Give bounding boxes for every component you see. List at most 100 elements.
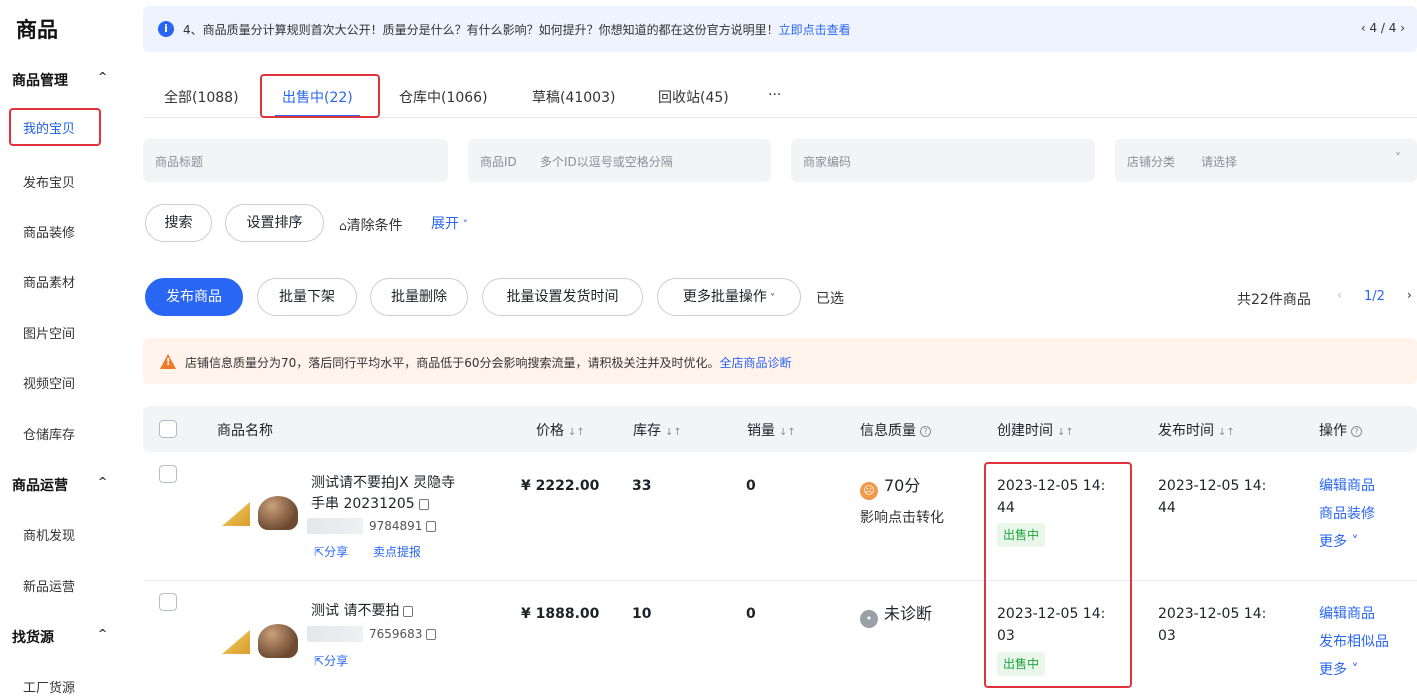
status-tabs: 全部(1088) 出售中(22) 仓库中(1066) 草稿(41003) 回收站… <box>143 74 1417 118</box>
col-ops: 操作? <box>1319 420 1362 440</box>
tab-drafts[interactable]: 草稿(41003) <box>532 87 615 107</box>
sidebar-title: 商品 <box>16 18 58 42</box>
chevron-down-icon: ˅ <box>766 293 776 304</box>
store-diagnosis-link[interactable]: 全店商品诊断 <box>720 356 792 370</box>
sidebar-item-publish[interactable]: 发布宝贝 <box>23 172 75 191</box>
help-icon[interactable]: ? <box>920 425 931 437</box>
share-icon: ⇱ <box>314 545 325 559</box>
copy-icon[interactable] <box>403 605 414 617</box>
share-link[interactable]: ⇱分享 <box>314 652 348 669</box>
product-id: 7659683 <box>369 627 437 641</box>
tab-warehouse[interactable]: 仓库中(1066) <box>399 87 488 107</box>
batch-off-button[interactable]: 批量下架 <box>257 278 357 316</box>
sidebar-group-sourcing[interactable]: 找货源 ^ <box>12 627 112 647</box>
product-thumbnail[interactable] <box>216 490 298 530</box>
sidebar-item-new-products[interactable]: 新品运营 <box>23 576 75 595</box>
more-ops-link[interactable]: 更多 ˅ <box>1319 659 1358 681</box>
more-tabs-icon[interactable]: ··· <box>768 87 781 103</box>
sidebar-group-product-mgmt[interactable]: 商品管理 ^ <box>12 70 112 90</box>
decorate-product-link[interactable]: 商品装修 <box>1319 503 1375 525</box>
sidebar-group-label: 找货源 <box>12 630 54 646</box>
code-filter-input[interactable]: 商家编码 <box>791 139 1095 182</box>
sidebar: 商品 商品管理 ^ 我的宝贝 发布宝贝 商品装修 商品素材 图片空间 视频空间 … <box>0 0 125 696</box>
product-title[interactable]: 测试 请不要拍 <box>311 601 414 622</box>
col-stock[interactable]: 库存 ↓↑ <box>633 420 682 440</box>
more-batch-button[interactable]: 更多批量操作 ˅ <box>657 278 801 316</box>
id-filter-input[interactable]: 商品ID 多个ID以逗号或空格分隔 <box>468 139 771 182</box>
notice-link[interactable]: 立即点击查看 <box>779 23 851 37</box>
more-ops-link[interactable]: 更多 ˅ <box>1319 531 1358 553</box>
quality-score[interactable]: • 未诊断 <box>860 603 932 628</box>
next-page-icon[interactable]: › <box>1407 288 1412 302</box>
col-created[interactable]: 创建时间 ↓↑ <box>997 420 1074 440</box>
product-title[interactable]: 测试请不要拍JX 灵隐寺 手串 20231205 <box>311 473 455 515</box>
edit-product-link[interactable]: 编辑商品 <box>1319 603 1375 625</box>
publish-product-button[interactable]: 发布商品 <box>145 278 243 316</box>
row-checkbox[interactable] <box>159 465 177 483</box>
sidebar-item-my-items[interactable]: 我的宝贝 <box>9 108 101 146</box>
sidebar-group-operations[interactable]: 商品运营 ^ <box>12 475 112 495</box>
copy-icon[interactable] <box>418 498 429 510</box>
select-all-checkbox[interactable] <box>159 420 177 438</box>
col-published[interactable]: 发布时间 ↓↑ <box>1158 420 1235 440</box>
prev-page-icon[interactable]: ‹ <box>1337 288 1342 302</box>
sidebar-item-opportunity[interactable]: 商机发现 <box>23 525 75 544</box>
notice-pager[interactable]: ‹ 4 / 4 › <box>1361 21 1405 35</box>
edit-product-link[interactable]: 编辑商品 <box>1319 475 1375 497</box>
batch-delete-button[interactable]: 批量删除 <box>370 278 468 316</box>
title-filter-input[interactable]: 商品标题 <box>143 139 448 182</box>
sidebar-item-inventory[interactable]: 仓储库存 <box>23 424 75 443</box>
stock: 10 <box>632 606 652 622</box>
expand-button[interactable]: 展开 ˅ <box>431 213 468 233</box>
sort-icon: ↓↑ <box>779 427 796 438</box>
col-quality: 信息质量? <box>860 420 931 440</box>
share-icon: ⇱ <box>314 654 325 668</box>
share-link[interactable]: ⇱分享 <box>314 543 348 560</box>
sort-icon: ↓↑ <box>1218 427 1235 438</box>
price: ¥ 2222.00 <box>521 478 600 494</box>
redacted-id <box>307 518 363 534</box>
highlight-frame <box>984 462 1132 688</box>
stock: 33 <box>632 478 652 494</box>
published-time: 2023-12-05 14: 44 <box>1158 478 1267 516</box>
price: ¥ 1888.00 <box>521 606 600 622</box>
copy-icon[interactable] <box>426 521 437 532</box>
sidebar-item-materials[interactable]: 商品素材 <box>23 272 75 291</box>
product-thumbnail[interactable] <box>216 618 298 658</box>
publish-similar-link[interactable]: 发布相似品 <box>1319 631 1389 653</box>
sidebar-item-videos[interactable]: 视频空间 <box>23 373 75 392</box>
search-button[interactable]: 搜索 <box>145 204 212 242</box>
copy-icon[interactable] <box>426 629 437 640</box>
col-price[interactable]: 价格 ↓↑ <box>536 420 585 440</box>
sad-face-icon: ☹ <box>860 482 878 500</box>
quality-note: 影响点击转化 <box>860 510 944 526</box>
sidebar-item-decorate[interactable]: 商品装修 <box>23 222 75 241</box>
table-header: 商品名称 价格 ↓↑ 库存 ↓↑ 销量 ↓↑ 信息质量? 创建时间 ↓↑ 发布时间 ↓↑ … <box>143 406 1417 452</box>
col-sales[interactable]: 销量 ↓↑ <box>747 420 796 440</box>
set-sort-button[interactable]: 设置排序 <box>225 204 324 242</box>
col-name: 商品名称 <box>217 423 273 439</box>
sidebar-group-label: 商品运营 <box>12 478 68 494</box>
redacted-id <box>307 626 363 642</box>
tab-recycle[interactable]: 回收站(45) <box>658 87 729 107</box>
selected-count: 已选 <box>816 291 844 307</box>
quality-score[interactable]: ☹ 70分 <box>860 475 920 500</box>
row-checkbox[interactable] <box>159 593 177 611</box>
chevron-up-icon: ^ <box>98 475 108 488</box>
clear-conditions-button[interactable]: ⌂清除条件 <box>339 215 403 235</box>
selling-point-link[interactable]: 卖点提报 <box>373 543 421 560</box>
sales: 0 <box>746 606 756 622</box>
chevron-down-icon: ˅ <box>459 218 468 231</box>
category-select[interactable]: 店铺分类 请选择 ˅ <box>1115 139 1417 182</box>
batch-ship-time-button[interactable]: 批量设置发货时间 <box>482 278 643 316</box>
help-icon[interactable]: ? <box>1351 425 1362 437</box>
sidebar-item-images[interactable]: 图片空间 <box>23 323 75 342</box>
row-divider <box>143 580 1417 581</box>
sidebar-item-factory[interactable]: 工厂货源 <box>23 677 75 696</box>
tab-all[interactable]: 全部(1088) <box>164 87 239 107</box>
quality-warning: ! 店铺信息质量分为70，落后同行平均水平，商品低于60分会影响搜索流量，请积极… <box>143 338 1417 384</box>
notice-bar: i 4、商品质量分计算规则首次大公开！质量分是什么？有什么影响？如何提升？你想知… <box>143 6 1417 52</box>
sort-icon: ↓↑ <box>665 427 682 438</box>
chevron-up-icon: ^ <box>98 70 108 83</box>
sort-icon: ↓↑ <box>1057 427 1074 438</box>
